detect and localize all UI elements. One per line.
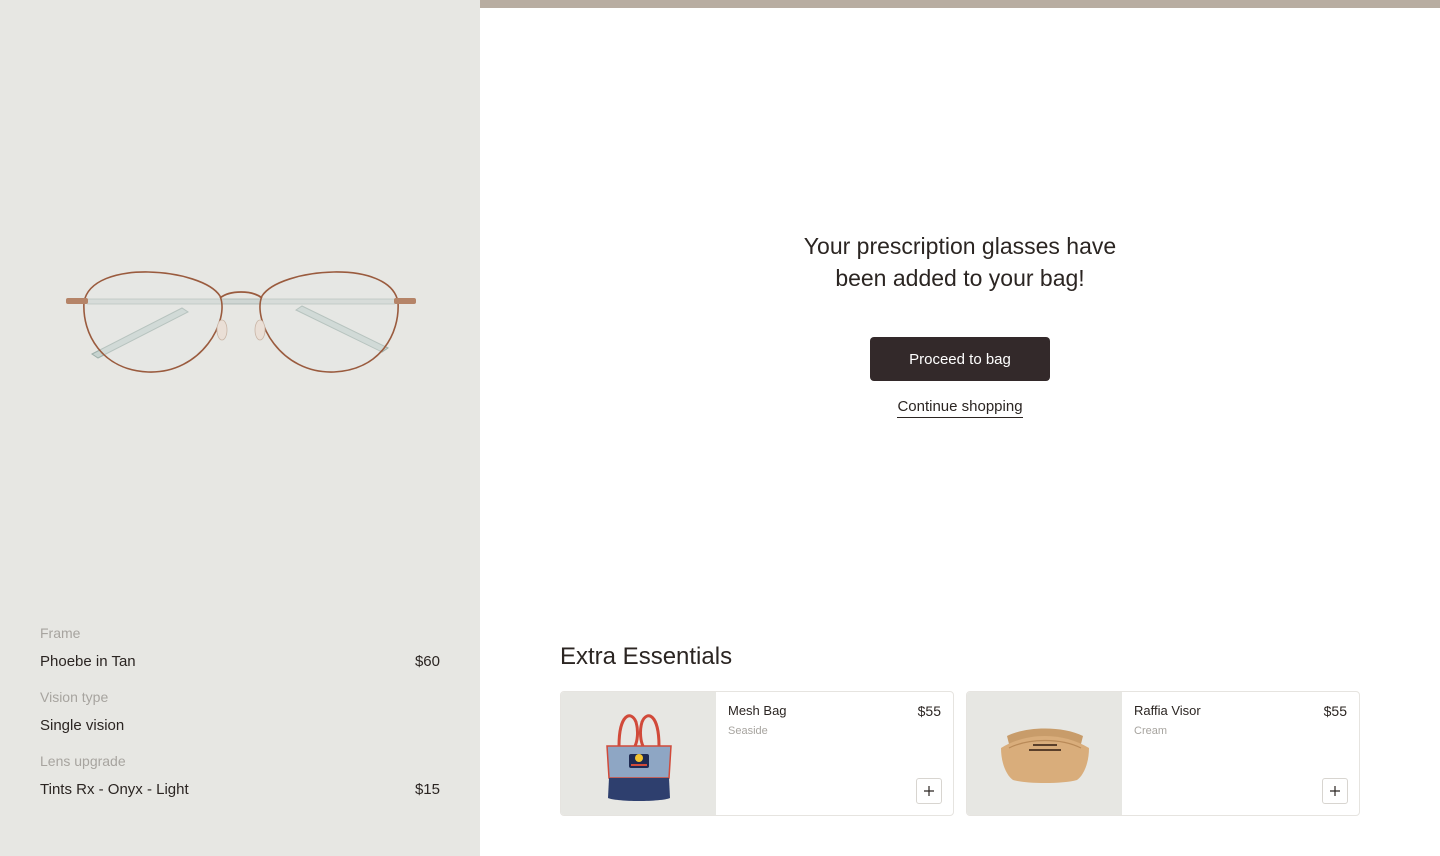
product-variant: Cream: [1134, 725, 1168, 737]
continue-shopping-link[interactable]: Continue shopping: [897, 398, 1023, 418]
confirmation-section: Your prescription glasses have been adde…: [480, 230, 1440, 418]
product-card-raffia-visor[interactable]: Raffia Visor $55 Cream: [966, 691, 1360, 816]
product-price: $55: [917, 703, 941, 719]
product-variant: Seaside: [728, 725, 768, 737]
summary-vision-type: Vision type Single vision: [40, 688, 440, 736]
summary-lens-upgrade: Lens upgrade Tints Rx - Onyx - Light $15: [40, 752, 440, 800]
confirmation-title: Your prescription glasses have been adde…: [803, 233, 1117, 291]
raffia-visor-image: [1001, 728, 1089, 783]
order-summary: Frame Phoebe in Tan $60 Vision type Sing…: [40, 624, 440, 816]
summary-price: $15: [414, 781, 440, 798]
summary-label: Frame: [40, 625, 81, 641]
proceed-to-bag-button[interactable]: Proceed to bag: [870, 337, 1050, 381]
plus-icon: [924, 786, 934, 796]
summary-label: Lens upgrade: [40, 753, 126, 769]
order-summary-panel: Frame Phoebe in Tan $60 Vision type Sing…: [0, 0, 480, 856]
summary-value: Single vision: [40, 717, 125, 734]
product-price: $55: [1323, 703, 1347, 719]
mesh-bag-image: [606, 714, 672, 801]
summary-value: Tints Rx - Onyx - Light: [40, 781, 189, 798]
product-card-mesh-bag[interactable]: Mesh Bag $55 Seaside: [560, 691, 954, 816]
glasses-product-image: [66, 271, 416, 373]
summary-label: Vision type: [40, 689, 109, 705]
extras-title: Extra Essentials: [560, 643, 733, 670]
plus-icon: [1330, 786, 1340, 796]
summary-frame: Frame Phoebe in Tan $60: [40, 624, 440, 672]
top-accent-bar: [480, 0, 1440, 8]
summary-price: $60: [414, 653, 440, 670]
add-to-bag-button[interactable]: [916, 778, 942, 804]
extra-essentials-section: Extra Essentials Mesh Bag $55 Seaside Ra…: [560, 642, 1360, 816]
product-name: Raffia Visor: [1134, 703, 1201, 718]
product-name: Mesh Bag: [728, 703, 787, 718]
add-to-bag-button[interactable]: [1322, 778, 1348, 804]
summary-value: Phoebe in Tan: [40, 653, 136, 670]
